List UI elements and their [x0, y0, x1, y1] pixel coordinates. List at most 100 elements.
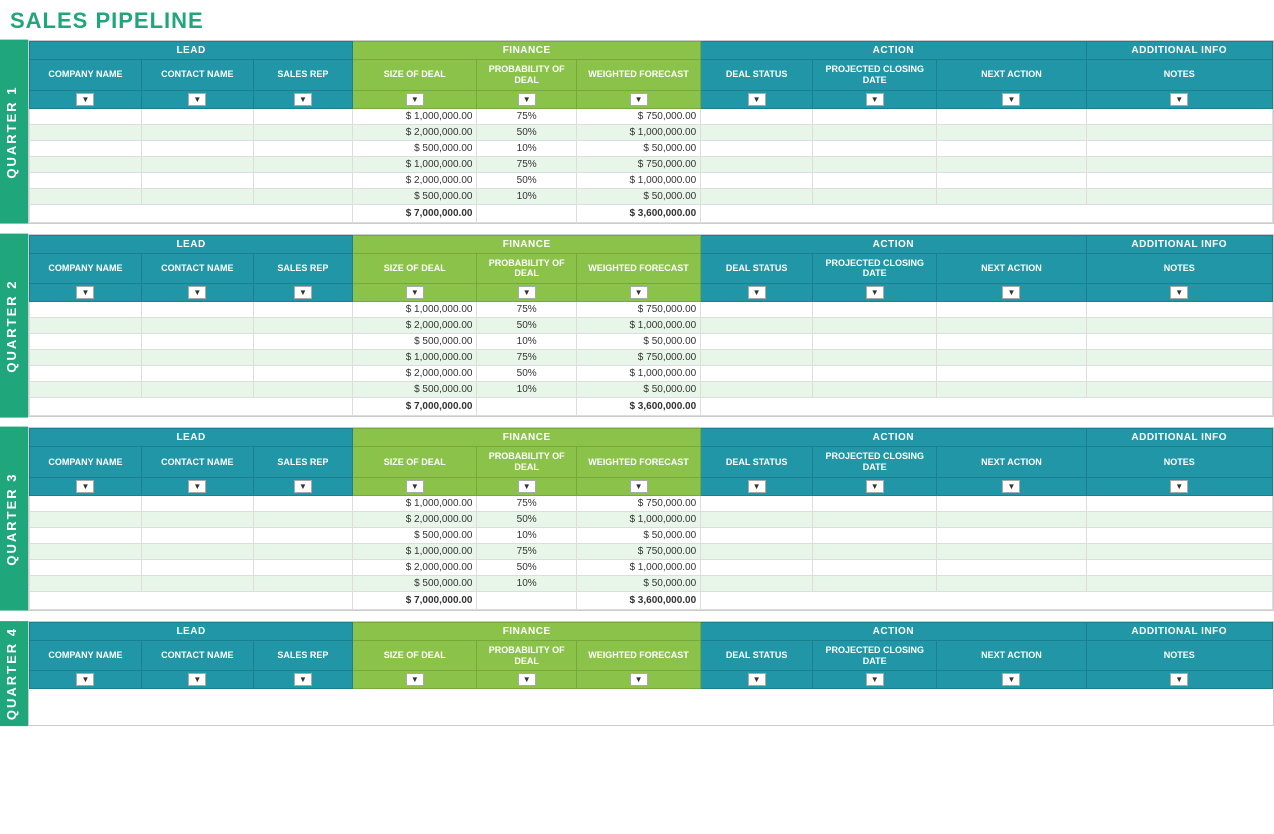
cell-status — [701, 366, 813, 382]
table-row[interactable]: $ 500,000.00 10% $ 50,000.00 — [30, 527, 1273, 543]
filter-salesrep[interactable]: ▼ — [253, 90, 352, 108]
filter-weighted[interactable]: ▼ — [576, 477, 700, 495]
filter-company[interactable]: ▼ — [30, 90, 142, 108]
table-row[interactable]: $ 1,000,000.00 75% $ 750,000.00 — [30, 543, 1273, 559]
filter-notes[interactable]: ▼ — [1086, 477, 1273, 495]
cell-contact — [141, 543, 253, 559]
table-row[interactable]: $ 1,000,000.00 75% $ 750,000.00 — [30, 495, 1273, 511]
quarter-block-3: QUARTER 3 — [0, 427, 1274, 611]
table-row[interactable]: $ 1,000,000.00 75% $ 750,000.00 — [30, 302, 1273, 318]
quarter-block-4: QUARTER 4 — [0, 621, 1274, 726]
total-label — [30, 398, 353, 416]
table-row[interactable]: $ 500,000.00 10% $ 50,000.00 — [30, 140, 1273, 156]
cell-status — [701, 575, 813, 591]
cell-contact — [141, 124, 253, 140]
table-row[interactable]: $ 1,000,000.00 75% $ 750,000.00 — [30, 156, 1273, 172]
filter-projclose[interactable]: ▼ — [813, 477, 937, 495]
filter-prob[interactable]: ▼ — [477, 671, 576, 689]
filter-company[interactable]: ▼ — [30, 477, 142, 495]
filter-prob[interactable]: ▼ — [477, 90, 576, 108]
filter-nextaction[interactable]: ▼ — [937, 90, 1086, 108]
cell-nextaction — [937, 188, 1086, 204]
table-row[interactable]: $ 1,000,000.00 75% $ 750,000.00 — [30, 108, 1273, 124]
cell-weighted: $ 50,000.00 — [576, 575, 700, 591]
cell-projclose — [813, 543, 937, 559]
cell-notes — [1086, 366, 1273, 382]
filter-projclose[interactable]: ▼ — [813, 90, 937, 108]
cell-nextaction — [937, 559, 1086, 575]
cell-salesrep — [253, 527, 352, 543]
filter-company[interactable]: ▼ — [30, 671, 142, 689]
cell-dealsize: $ 500,000.00 — [353, 140, 477, 156]
filter-salesrep[interactable]: ▼ — [253, 671, 352, 689]
cell-contact — [141, 527, 253, 543]
cell-weighted: $ 50,000.00 — [576, 527, 700, 543]
filter-nextaction[interactable]: ▼ — [937, 477, 1086, 495]
filter-notes[interactable]: ▼ — [1086, 90, 1273, 108]
filter-status[interactable]: ▼ — [701, 671, 813, 689]
table-row[interactable]: $ 500,000.00 10% $ 50,000.00 — [30, 334, 1273, 350]
filter-nextaction[interactable]: ▼ — [937, 671, 1086, 689]
filter-salesrep[interactable]: ▼ — [253, 477, 352, 495]
filter-company[interactable]: ▼ — [30, 284, 142, 302]
filter-salesrep[interactable]: ▼ — [253, 284, 352, 302]
cell-salesrep — [253, 382, 352, 398]
filter-dealsize[interactable]: ▼ — [353, 90, 477, 108]
lead-group-header: LEAD — [30, 622, 353, 640]
filter-weighted[interactable]: ▼ — [576, 90, 700, 108]
filter-status[interactable]: ▼ — [701, 284, 813, 302]
filter-status[interactable]: ▼ — [701, 90, 813, 108]
filter-dealsize[interactable]: ▼ — [353, 284, 477, 302]
table-row[interactable]: $ 2,000,000.00 50% $ 1,000,000.00 — [30, 511, 1273, 527]
filter-contact[interactable]: ▼ — [141, 477, 253, 495]
filter-prob[interactable]: ▼ — [477, 284, 576, 302]
filter-weighted[interactable]: ▼ — [576, 671, 700, 689]
col-probability-of-deal: PROBABILITY OF DEAL — [477, 447, 576, 478]
finance-group-header: FINANCE — [353, 622, 701, 640]
table-row[interactable]: $ 2,000,000.00 50% $ 1,000,000.00 — [30, 318, 1273, 334]
cell-prob: 75% — [477, 350, 576, 366]
cell-dealsize: $ 500,000.00 — [353, 575, 477, 591]
cell-contact — [141, 511, 253, 527]
cell-company — [30, 543, 142, 559]
filter-contact[interactable]: ▼ — [141, 284, 253, 302]
table-row[interactable]: $ 500,000.00 10% $ 50,000.00 — [30, 188, 1273, 204]
table-row[interactable]: $ 500,000.00 10% $ 50,000.00 — [30, 575, 1273, 591]
filter-notes[interactable]: ▼ — [1086, 284, 1273, 302]
cell-dealsize: $ 1,000,000.00 — [353, 156, 477, 172]
filter-nextaction[interactable]: ▼ — [937, 284, 1086, 302]
filter-contact[interactable]: ▼ — [141, 90, 253, 108]
filter-notes[interactable]: ▼ — [1086, 671, 1273, 689]
quarter-label-3: QUARTER 3 — [0, 427, 28, 611]
cell-prob: 50% — [477, 366, 576, 382]
filter-prob[interactable]: ▼ — [477, 477, 576, 495]
cell-status — [701, 382, 813, 398]
cell-weighted: $ 750,000.00 — [576, 108, 700, 124]
cell-salesrep — [253, 172, 352, 188]
table-row[interactable]: $ 2,000,000.00 50% $ 1,000,000.00 — [30, 124, 1273, 140]
filter-projclose[interactable]: ▼ — [813, 671, 937, 689]
table-row[interactable]: $ 2,000,000.00 50% $ 1,000,000.00 — [30, 559, 1273, 575]
action-group-header: ACTION — [701, 235, 1086, 253]
filter-dealsize[interactable]: ▼ — [353, 477, 477, 495]
filter-weighted[interactable]: ▼ — [576, 284, 700, 302]
filter-status[interactable]: ▼ — [701, 477, 813, 495]
cell-salesrep — [253, 302, 352, 318]
filter-projclose[interactable]: ▼ — [813, 284, 937, 302]
cell-notes — [1086, 575, 1273, 591]
finance-group-header: FINANCE — [353, 235, 701, 253]
table-row[interactable]: $ 500,000.00 10% $ 50,000.00 — [30, 382, 1273, 398]
cell-salesrep — [253, 140, 352, 156]
filter-contact[interactable]: ▼ — [141, 671, 253, 689]
cell-prob: 50% — [477, 559, 576, 575]
cell-notes — [1086, 334, 1273, 350]
table-row[interactable]: $ 1,000,000.00 75% $ 750,000.00 — [30, 350, 1273, 366]
filter-dealsize[interactable]: ▼ — [353, 671, 477, 689]
cell-prob: 10% — [477, 188, 576, 204]
additional-info-group-header: ADDITIONAL INFO — [1086, 429, 1273, 447]
total-deal-size: $ 7,000,000.00 — [353, 398, 477, 416]
cell-projclose — [813, 511, 937, 527]
table-row[interactable]: $ 2,000,000.00 50% $ 1,000,000.00 — [30, 366, 1273, 382]
cell-nextaction — [937, 302, 1086, 318]
table-row[interactable]: $ 2,000,000.00 50% $ 1,000,000.00 — [30, 172, 1273, 188]
